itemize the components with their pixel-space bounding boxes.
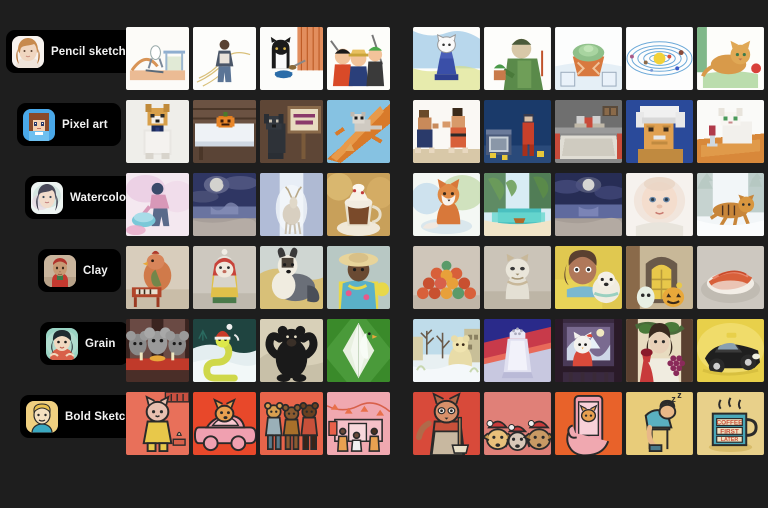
style-row-bold-sketch: Bold Sketch z z COFFEE FIRST LATER <box>0 387 768 460</box>
style-chip-clay[interactable]: Clay <box>38 249 121 292</box>
style-chip-pencil-sketch[interactable]: Pencil sketch <box>6 30 139 73</box>
gallery-thumb[interactable] <box>413 319 480 382</box>
gallery-thumb[interactable] <box>327 392 390 455</box>
gallery-thumb[interactable] <box>697 246 764 309</box>
woman-teal-grain-avatar <box>46 327 78 360</box>
gallery-thumb[interactable] <box>193 27 256 90</box>
gallery-thumb[interactable] <box>484 392 551 455</box>
svg-text:z: z <box>671 394 676 404</box>
gallery-thumb[interactable]: COFFEE FIRST LATER <box>697 392 764 455</box>
gallery-thumb[interactable] <box>484 173 551 236</box>
woman-portrait-watercolor-avatar <box>31 181 63 214</box>
style-row-pencil-sketch: Pencil sketch <box>0 22 768 95</box>
image-group-left <box>126 392 390 455</box>
blond-man-bold-sketch-avatar <box>26 400 58 433</box>
gallery-thumb[interactable] <box>555 392 622 455</box>
style-row-grain: Grain <box>0 314 768 387</box>
gallery-thumb[interactable] <box>555 319 622 382</box>
anime-girl-pixel-avatar <box>23 108 55 141</box>
gallery-thumb[interactable] <box>413 100 480 163</box>
style-chip-label: Grain <box>85 337 116 350</box>
gallery-thumb[interactable] <box>555 246 622 309</box>
gallery-thumb[interactable] <box>260 173 323 236</box>
gallery-thumb[interactable] <box>193 100 256 163</box>
gallery-thumb[interactable] <box>626 173 693 236</box>
image-group-left <box>126 319 390 382</box>
image-group-left <box>126 27 390 90</box>
gallery-thumb[interactable] <box>260 392 323 455</box>
gallery-thumb[interactable] <box>555 173 622 236</box>
style-chip-grain[interactable]: Grain <box>40 322 129 365</box>
gallery-thumb[interactable] <box>327 100 390 163</box>
gallery-thumb[interactable] <box>260 319 323 382</box>
gallery-thumb[interactable] <box>626 100 693 163</box>
svg-text:COFFEE: COFFEE <box>717 419 743 426</box>
gallery-thumb[interactable] <box>327 246 390 309</box>
gallery-thumb[interactable] <box>126 319 189 382</box>
image-group-left <box>126 173 390 236</box>
style-chip-label: Watercolor <box>70 191 131 204</box>
gallery-thumb[interactable] <box>484 319 551 382</box>
gallery-thumb[interactable] <box>327 319 390 382</box>
gallery-thumb[interactable] <box>260 100 323 163</box>
gallery-thumb[interactable] <box>697 100 764 163</box>
gallery-thumb[interactable] <box>126 246 189 309</box>
gallery-thumb[interactable] <box>484 246 551 309</box>
gallery-thumb[interactable] <box>327 27 390 90</box>
gallery-thumb[interactable] <box>126 27 189 90</box>
style-gallery: Pencil sketch Pixel art Watercolor Clay … <box>0 0 768 508</box>
gallery-thumb[interactable] <box>260 27 323 90</box>
gallery-thumb[interactable] <box>260 246 323 309</box>
gallery-thumb[interactable] <box>697 27 764 90</box>
style-chip-pixel-art[interactable]: Pixel art <box>17 103 121 146</box>
style-chip-label: Clay <box>83 264 108 277</box>
gallery-thumb[interactable] <box>193 246 256 309</box>
image-group-right <box>413 100 764 163</box>
gallery-thumb[interactable] <box>697 319 764 382</box>
svg-text:FIRST: FIRST <box>720 428 739 435</box>
gallery-thumb[interactable] <box>555 27 622 90</box>
man-red-shirt-clay-avatar <box>44 254 76 287</box>
svg-text:LATER: LATER <box>721 437 739 443</box>
style-chip-label: Pixel art <box>62 118 108 131</box>
gallery-thumb[interactable] <box>413 392 480 455</box>
style-chip-label: Bold Sketch <box>65 410 133 423</box>
gallery-thumb[interactable] <box>327 173 390 236</box>
style-row-watercolor: Watercolor <box>0 168 768 241</box>
gallery-thumb[interactable] <box>126 392 189 455</box>
gallery-thumb[interactable] <box>193 392 256 455</box>
svg-text:z: z <box>677 392 682 400</box>
style-chip-label: Pencil sketch <box>51 45 126 58</box>
gallery-thumb[interactable] <box>555 100 622 163</box>
woman-portrait-pencil-avatar <box>12 35 44 68</box>
style-row-pixel-art: Pixel art <box>0 95 768 168</box>
gallery-thumb[interactable] <box>697 173 764 236</box>
gallery-thumb[interactable] <box>413 246 480 309</box>
image-group-right <box>413 173 764 236</box>
image-group-left <box>126 246 390 309</box>
gallery-thumb[interactable] <box>626 319 693 382</box>
image-group-right: zz COFFEE FIRST LATER <box>413 392 764 455</box>
image-group-right <box>413 246 764 309</box>
gallery-thumb[interactable] <box>626 246 693 309</box>
style-row-clay: Clay <box>0 241 768 314</box>
gallery-thumb[interactable] <box>413 173 480 236</box>
gallery-thumb[interactable] <box>413 27 480 90</box>
image-group-left <box>126 100 390 163</box>
gallery-thumb[interactable] <box>193 173 256 236</box>
gallery-thumb[interactable] <box>626 27 693 90</box>
gallery-thumb[interactable] <box>484 100 551 163</box>
gallery-thumb[interactable] <box>193 319 256 382</box>
image-group-right <box>413 27 764 90</box>
gallery-thumb[interactable]: zz <box>626 392 693 455</box>
gallery-thumb[interactable] <box>126 100 189 163</box>
gallery-thumb[interactable] <box>484 27 551 90</box>
image-group-right <box>413 319 764 382</box>
gallery-thumb[interactable] <box>126 173 189 236</box>
